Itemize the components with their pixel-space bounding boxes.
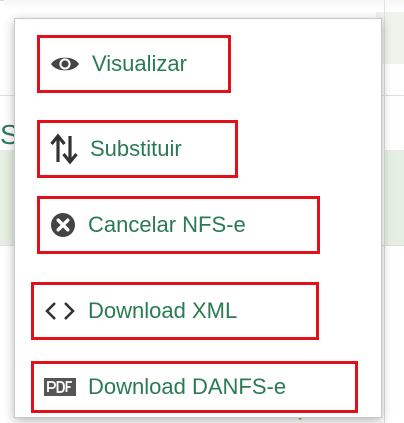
background-top-stripe [4,0,404,10]
menu-item-label: Download XML [88,298,238,323]
code-icon [44,300,76,322]
cancel-circle-icon [50,212,76,238]
menu-item-label: Cancelar NFS-e [88,212,246,237]
menu-item-download-danfse[interactable]: Download DANFS-e [31,361,358,413]
menu-item-label: Visualizar [92,51,187,76]
menu-item-substituir[interactable]: Substituir [37,120,238,178]
actions-dropdown-menu: Visualizar Substituir Cancelar NFS-e Dow… [14,18,382,418]
eye-icon [50,54,80,74]
background-column-divider [384,0,385,423]
menu-item-label: Substituir [90,136,182,161]
pdf-icon [44,378,76,396]
background-green-block-right [385,150,404,245]
background-top-line [0,0,404,1]
menu-item-download-xml[interactable]: Download XML [31,282,319,340]
menu-item-label: Download DANFS-e [88,374,287,399]
swap-arrows-icon [50,133,78,165]
menu-item-cancelar-nfse[interactable]: Cancelar NFS-e [37,196,320,254]
menu-item-visualizar[interactable]: Visualizar [37,35,231,93]
